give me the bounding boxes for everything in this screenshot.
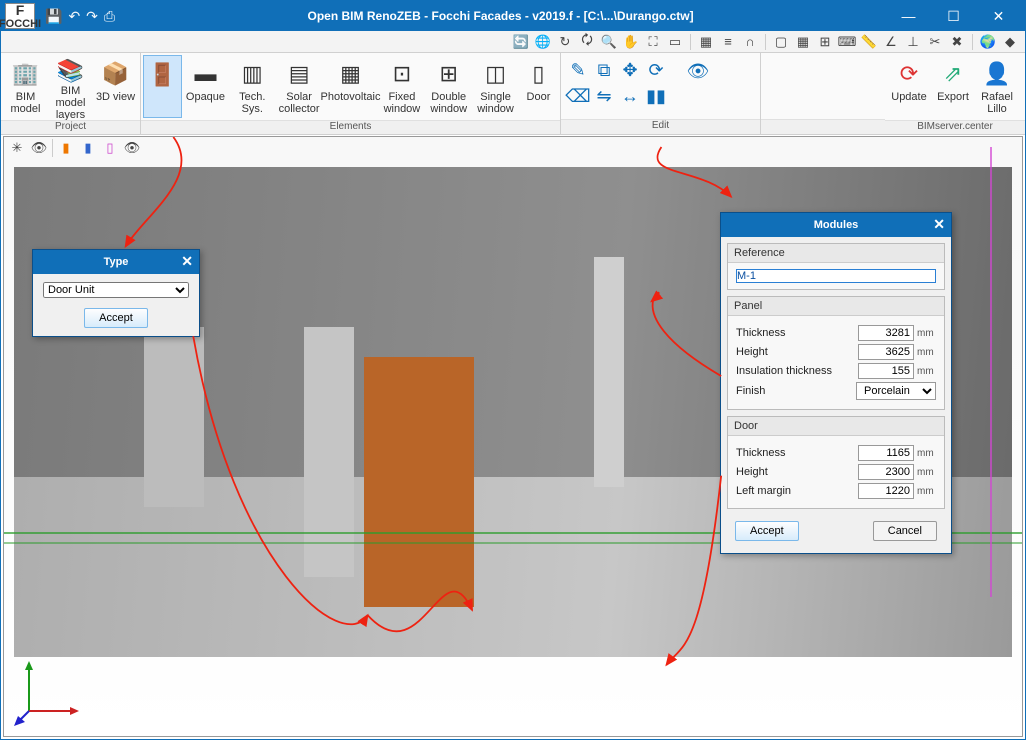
rotate-edit-icon[interactable]: ⟳ xyxy=(643,57,669,83)
ribbon-spacer xyxy=(761,53,885,134)
close-icon[interactable]: ✕ xyxy=(933,216,945,233)
scissors-icon[interactable]: ✂ xyxy=(926,33,944,51)
help-icon[interactable]: 🌍 xyxy=(979,33,997,51)
ribbon-group-elements: 🚪 ▬Opaque ▥Tech. Sys. ▤Solar collector ▦… xyxy=(141,53,561,134)
axis-gizmo xyxy=(14,656,84,726)
axis-icon[interactable]: ✳ xyxy=(8,139,26,157)
info-icon[interactable]: ◆ xyxy=(1001,33,1019,51)
mirror-icon[interactable]: ⇋ xyxy=(591,83,617,109)
angle-icon[interactable]: ∠ xyxy=(882,33,900,51)
grid2-icon[interactable]: ⊞ xyxy=(816,33,834,51)
door-left-input[interactable] xyxy=(858,483,914,499)
pan-icon[interactable]: ✋ xyxy=(622,33,640,51)
view-eye-icon[interactable]: 👁 xyxy=(30,139,48,157)
panel-thickness-input[interactable] xyxy=(858,325,914,341)
opaque-button[interactable]: ▬Opaque xyxy=(182,55,229,118)
maximize-button[interactable]: ☐ xyxy=(931,1,976,31)
fit-icon[interactable]: ⛶ xyxy=(644,33,662,51)
quick-access-toolbar: 💾 ↶ ↷ ⎙ xyxy=(45,8,115,25)
type-dialog-title[interactable]: Type✕ xyxy=(33,250,199,274)
3d-viewport[interactable]: ✳ 👁 ▮ ▮ ▯ 👁 Type✕ Door U xyxy=(3,136,1023,737)
pv-button[interactable]: ▦Photovoltaic xyxy=(323,55,379,118)
dimension-icon[interactable]: ↔ xyxy=(617,83,643,109)
module-button[interactable]: 🚪 xyxy=(143,55,182,118)
pink-box-icon[interactable]: ▯ xyxy=(101,139,119,157)
move-icon[interactable]: ✥ xyxy=(617,57,643,83)
3d-view-button[interactable]: 📦3D view xyxy=(93,55,138,118)
window-controls: — ☐ ✕ xyxy=(886,1,1021,31)
minimize-button[interactable]: — xyxy=(886,1,931,31)
cancel-button[interactable]: Cancel xyxy=(873,521,937,541)
orange-box-icon[interactable]: ▮ xyxy=(57,139,75,157)
snap-icon[interactable]: ∩ xyxy=(741,33,759,51)
globe-icon[interactable]: 🌐 xyxy=(534,33,552,51)
rotate-icon[interactable]: ↻ xyxy=(556,33,574,51)
erase-icon[interactable]: ⌫ xyxy=(565,83,591,109)
close-icon[interactable]: ✕ xyxy=(181,253,193,270)
keyboard-icon[interactable]: ⌨ xyxy=(838,33,856,51)
panel-group: Panel Thicknessmm Heightmm Insulation th… xyxy=(727,296,945,410)
measure-icon[interactable]: 📏 xyxy=(860,33,878,51)
user-button[interactable]: 👤Rafael Lillo xyxy=(975,55,1019,118)
reference-group: Reference xyxy=(727,243,945,290)
type-dialog: Type✕ Door Unit Accept xyxy=(32,249,200,337)
array-icon[interactable]: ▮▮ xyxy=(643,83,669,109)
door-group: Door Thicknessmm Heightmm Left marginmm xyxy=(727,416,945,509)
panel-finish-select[interactable]: Porcelain xyxy=(856,382,936,400)
grid-icon[interactable]: ▦ xyxy=(794,33,812,51)
solar-button[interactable]: ▤Solar collector xyxy=(276,55,323,118)
copy-icon[interactable]: ⧉ xyxy=(591,57,617,83)
close-button[interactable]: ✕ xyxy=(976,1,1021,31)
ribbon: 🏢BIM model 📚BIM model layers 📦3D view Pr… xyxy=(1,53,1025,135)
undo-icon[interactable]: ↶ xyxy=(68,8,80,25)
tools-icon[interactable]: ✖ xyxy=(948,33,966,51)
reference-input[interactable] xyxy=(736,269,936,283)
redo-icon[interactable]: ↷ xyxy=(86,8,98,25)
zoom-icon[interactable]: 🔍 xyxy=(600,33,618,51)
app-logo: FFOCCHI xyxy=(5,3,35,29)
tech-sys-button[interactable]: ▥Tech. Sys. xyxy=(229,55,276,118)
orbit-icon[interactable]: 🔄 xyxy=(512,33,530,51)
window-zoom-icon[interactable]: ▭ xyxy=(666,33,684,51)
double-window-button[interactable]: ⊞Double window xyxy=(425,55,472,118)
print-icon[interactable]: ⎙ xyxy=(104,8,115,25)
panel-height-input[interactable] xyxy=(858,344,914,360)
modules-dialog: Modules✕ Reference Panel Thicknessmm Hei… xyxy=(720,212,952,554)
ribbon-group-edit: ✎ ⧉ ✥ ⟳ ⌫ ⇋ ↔ ▮▮ 👁 Edit xyxy=(561,53,761,134)
single-window-button[interactable]: ◫Single window xyxy=(472,55,519,118)
refresh-icon[interactable]: 🗘 xyxy=(578,33,596,51)
panel-insulation-input[interactable] xyxy=(858,363,914,379)
bim-model-button[interactable]: 🏢BIM model xyxy=(3,55,48,118)
save-icon[interactable]: 💾 xyxy=(45,8,62,25)
accept-button[interactable]: Accept xyxy=(735,521,799,541)
perp-icon[interactable]: ⊥ xyxy=(904,33,922,51)
view-toolbar: 🔄 🌐 ↻ 🗘 🔍 ✋ ⛶ ▭ ▦ ≡ ∩ ▢ ▦ ⊞ ⌨ 📏 ∠ ⊥ ✂ ✖ … xyxy=(1,31,1025,53)
door-height-input[interactable] xyxy=(858,464,914,480)
bim-layers-button[interactable]: 📚BIM model layers xyxy=(48,55,93,118)
ribbon-group-center: ⟳Update ⇗Export 👤Rafael Lillo BIMserver.… xyxy=(885,53,1025,134)
layers-icon[interactable]: ▦ xyxy=(697,33,715,51)
eye-icon[interactable]: 👁 xyxy=(682,57,714,85)
type-select[interactable]: Door Unit xyxy=(43,282,189,298)
door-preview xyxy=(364,357,474,607)
export-button[interactable]: ⇗Export xyxy=(931,55,975,118)
door-thickness-input[interactable] xyxy=(858,445,914,461)
update-button[interactable]: ⟳Update xyxy=(887,55,931,118)
door-button[interactable]: ▯Door xyxy=(519,55,558,118)
title-bar: FFOCCHI 💾 ↶ ↷ ⎙ Open BIM RenoZEB - Focch… xyxy=(1,1,1025,31)
projection-icon[interactable]: ▢ xyxy=(772,33,790,51)
modules-dialog-title[interactable]: Modules✕ xyxy=(721,213,951,237)
accept-button[interactable]: Accept xyxy=(84,308,148,328)
ribbon-group-project: 🏢BIM model 📚BIM model layers 📦3D view Pr… xyxy=(1,53,141,134)
window-title: Open BIM RenoZEB - Focchi Facades - v201… xyxy=(115,9,886,23)
viewport-toolbar: ✳ 👁 ▮ ▮ ▯ 👁 xyxy=(8,139,141,157)
fixed-window-button[interactable]: ⊡Fixed window xyxy=(379,55,426,118)
hide-eye-icon[interactable]: 👁 xyxy=(123,139,141,157)
edit-pencil-icon[interactable]: ✎ xyxy=(565,57,591,83)
blue-box-icon[interactable]: ▮ xyxy=(79,139,97,157)
levels-icon[interactable]: ≡ xyxy=(719,33,737,51)
